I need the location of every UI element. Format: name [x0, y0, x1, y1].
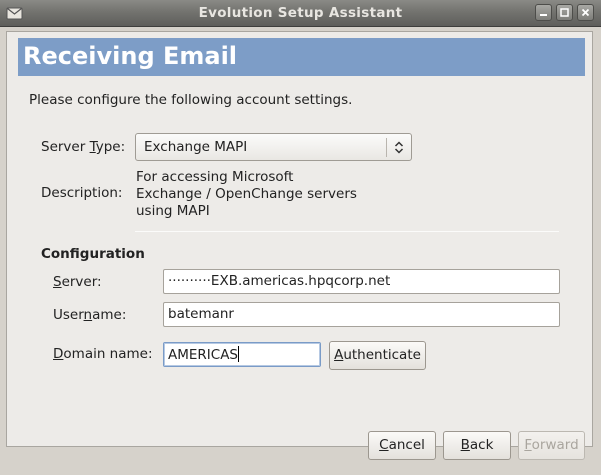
combo-separator: [386, 138, 387, 157]
domain-value: AMERICAS: [168, 346, 240, 363]
description-line-1: For accessing Microsoft: [136, 169, 294, 185]
minimize-icon: [540, 14, 547, 16]
intro-text: Please configure the following account s…: [29, 92, 353, 108]
page-title: Receiving Email: [23, 42, 238, 70]
minimize-button[interactable]: [535, 4, 552, 21]
authenticate-button[interactable]: Authenticate: [329, 341, 426, 370]
section-divider: [135, 231, 559, 232]
domain-input[interactable]: AMERICAS: [163, 342, 321, 367]
server-label: Server:: [53, 274, 102, 290]
maximize-button[interactable]: [556, 4, 573, 21]
username-label: Username:: [53, 307, 127, 323]
server-value: ··········EXB.americas.hpqcorp.net: [168, 273, 391, 289]
username-value: batemanr: [168, 306, 234, 322]
cancel-button[interactable]: Cancel: [368, 431, 436, 460]
description-line-2: Exchange / OpenChange servers: [136, 186, 357, 202]
username-input[interactable]: batemanr: [163, 302, 560, 327]
close-button[interactable]: [577, 4, 594, 21]
description-label: Description:: [41, 185, 123, 201]
server-type-label: Server Type:: [41, 139, 126, 155]
back-button[interactable]: Back: [443, 431, 511, 460]
combo-arrows-icon: [393, 140, 405, 159]
server-type-combo[interactable]: Exchange MAPI: [135, 133, 412, 161]
server-type-value: Exchange MAPI: [144, 139, 248, 155]
server-input[interactable]: ··········EXB.americas.hpqcorp.net: [163, 269, 560, 294]
forward-button[interactable]: Forward: [518, 431, 585, 460]
maximize-icon: [560, 8, 569, 17]
configuration-heading: Configuration: [41, 246, 145, 262]
description-line-3: using MAPI: [136, 203, 210, 219]
window-titlebar[interactable]: Evolution Setup Assistant: [0, 0, 601, 27]
page-header: Receiving Email: [18, 38, 585, 76]
close-icon: [581, 8, 590, 17]
window-title: Evolution Setup Assistant: [198, 5, 403, 21]
text-cursor: [238, 346, 240, 362]
domain-label: Domain name:: [53, 346, 153, 362]
